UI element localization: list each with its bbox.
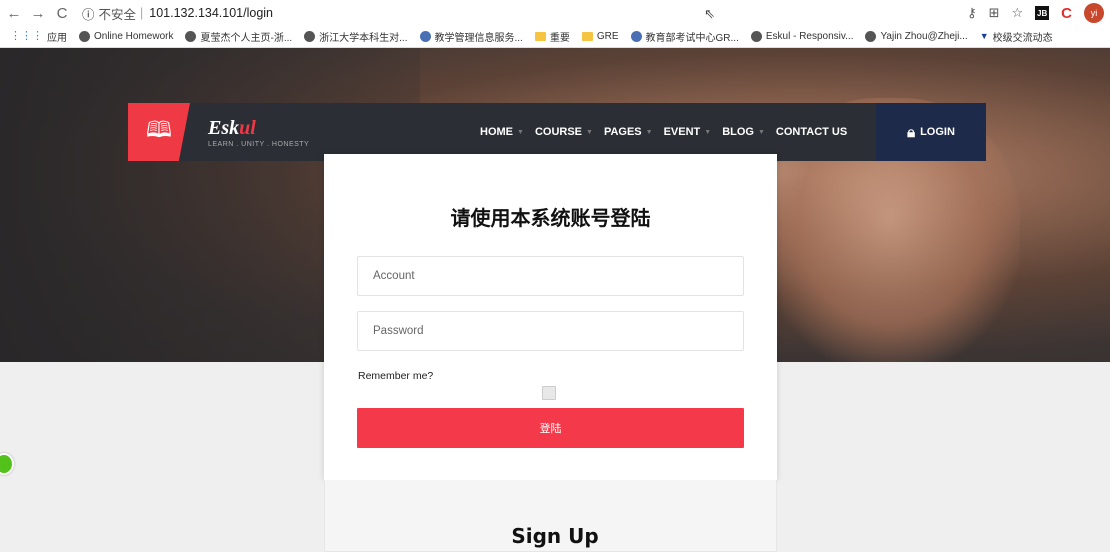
caret-down-icon: ▼	[517, 128, 524, 136]
login-button[interactable]: 🔒︎ LOGIN	[876, 103, 986, 161]
menu-item-pages[interactable]: PAGES ▼	[604, 126, 653, 138]
mouse-cursor-icon: ⇖	[704, 6, 715, 21]
caret-down-icon: ▼	[704, 128, 712, 136]
bookmark-label: 教学管理信息服务...	[434, 33, 523, 44]
menu-label: BLOG	[722, 126, 754, 138]
brand-name-accent: ul	[239, 116, 256, 139]
folder-icon	[534, 32, 546, 41]
account-input[interactable]	[357, 256, 744, 296]
bookmark-label: 浙江大学本科生对...	[319, 33, 408, 44]
caret-down-icon: ▼	[586, 128, 593, 136]
back-arrow-icon[interactable]: ←	[4, 5, 24, 22]
bookmark-item[interactable]: ▼ 校级交流动态	[980, 29, 1053, 44]
globe-icon	[865, 31, 877, 42]
bookmark-label: 教育部考试中心GR...	[645, 33, 739, 44]
caret-down-icon: ▼	[757, 128, 765, 136]
globe-icon	[304, 31, 316, 42]
menu-label: COURSE	[534, 126, 582, 138]
globe-icon	[79, 31, 90, 42]
c-extension-icon[interactable]: C	[1061, 5, 1072, 22]
bookmark-item[interactable]: Eskul - Responsiv...	[750, 31, 854, 42]
security-label: 不安全	[98, 7, 137, 22]
bookmarks-bar: ⋮⋮⋮ 应用 Online Homework 夏莹杰个人主页-浙... 浙江大学本…	[0, 26, 1110, 48]
translate-icon[interactable]: ⊞	[989, 5, 1000, 21]
main-menu: HOME ▼ COURSE ▼ PAGES ▼ EVENT ▼ BLOG ▼ CONTAC…	[480, 103, 858, 161]
avatar[interactable]: yi	[1084, 3, 1104, 23]
bookmark-item[interactable]: 浙江大学本科生对...	[304, 29, 408, 44]
address-bar[interactable]: ⓘ 不安全 | 101.132.134.101/login	[82, 4, 273, 23]
toolbar-actions: ⚷ ⊞ ☆ JB C yi	[967, 3, 1104, 23]
login-label: LOGIN	[920, 126, 955, 138]
password-input[interactable]	[357, 311, 744, 351]
bookmark-folder[interactable]: GRE	[581, 31, 619, 42]
bookmark-item[interactable]: 夏莹杰个人主页-浙...	[185, 29, 292, 44]
globe-icon	[750, 31, 762, 42]
bookmark-label: 夏莹杰个人主页-浙...	[200, 33, 293, 44]
remember-me-label: Remember me?	[358, 370, 434, 382]
bookmark-item[interactable]: Yajin Zhou@Zheji...	[865, 31, 968, 42]
info-icon[interactable]: ⓘ	[82, 4, 95, 23]
bookmark-label: Online Homework	[94, 31, 174, 42]
bookmark-item[interactable]: 教育部考试中心GR...	[630, 29, 739, 44]
caret-down-icon: ▼	[645, 128, 653, 136]
bookmark-folder[interactable]: 重要	[534, 29, 570, 44]
bookmark-item[interactable]: Online Homework	[79, 31, 173, 42]
brand[interactable]: Eskul LEARN . UNITY . HONESTY	[208, 117, 309, 148]
star-icon[interactable]: ☆	[1012, 5, 1024, 21]
globe-icon	[419, 31, 431, 42]
book-icon: 🕮	[146, 117, 172, 142]
brand-name: Eskul	[208, 117, 309, 140]
bookmark-item[interactable]: 教学管理信息服务...	[419, 29, 523, 44]
url-text[interactable]: 101.132.134.101/login	[149, 6, 273, 20]
key-icon[interactable]: ⚷	[967, 5, 977, 21]
lock-icon: 🔒︎	[907, 123, 916, 141]
logo[interactable]: 🕮	[128, 103, 190, 161]
reload-icon[interactable]: C	[52, 5, 72, 22]
globe-icon	[630, 31, 642, 42]
triangle-icon: ▼	[979, 31, 989, 41]
apps-grid-icon: ⋮⋮⋮	[10, 30, 43, 42]
bookmark-label: 校级交流动态	[992, 33, 1053, 44]
login-submit-button[interactable]: 登陆	[357, 408, 744, 448]
menu-item-event[interactable]: EVENT ▼	[664, 126, 712, 138]
menu-label: HOME	[480, 126, 513, 138]
folder-icon	[581, 32, 593, 41]
menu-item-contact[interactable]: CONTACT US	[776, 126, 847, 138]
bookmark-label: 应用	[47, 33, 67, 44]
menu-label: CONTACT US	[775, 126, 848, 138]
bookmark-label: Yajin Zhou@Zheji...	[880, 31, 968, 42]
site-navbar: 🕮 Eskul LEARN . UNITY . HONESTY HOME ▼ CO…	[128, 103, 986, 161]
menu-label: PAGES	[603, 126, 642, 138]
brand-name-main: Esk	[208, 116, 240, 139]
modal-title: 请使用本系统账号登陆	[450, 206, 651, 230]
browser-toolbar: ← → C ⓘ 不安全 | 101.132.134.101/login ⇖ ⚷ …	[0, 0, 1110, 26]
page-content: 🕮 Eskul LEARN . UNITY . HONESTY HOME ▼ CO…	[0, 48, 1110, 552]
login-modal: 请使用本系统账号登陆 Remember me? 登陆	[324, 154, 777, 480]
menu-item-course[interactable]: COURSE ▼	[535, 126, 593, 138]
forward-arrow-icon[interactable]: →	[28, 5, 48, 22]
bookmark-label: GRE	[596, 31, 619, 42]
globe-icon	[185, 31, 197, 42]
address-separator: |	[140, 6, 144, 20]
remember-me-checkbox[interactable]	[542, 386, 556, 400]
jetbrains-extension-icon[interactable]: JB	[1035, 6, 1050, 20]
menu-item-home[interactable]: HOME ▼	[480, 126, 524, 138]
bookmark-label: Eskul - Responsiv...	[765, 31, 854, 42]
signup-title: Sign Up	[511, 524, 599, 548]
menu-item-blog[interactable]: BLOG ▼	[722, 126, 765, 138]
bookmark-apps[interactable]: ⋮⋮⋮ 应用	[10, 29, 67, 45]
bookmark-label: 重要	[549, 33, 570, 44]
menu-label: EVENT	[663, 126, 701, 138]
brand-tagline: LEARN . UNITY . HONESTY	[208, 140, 310, 148]
